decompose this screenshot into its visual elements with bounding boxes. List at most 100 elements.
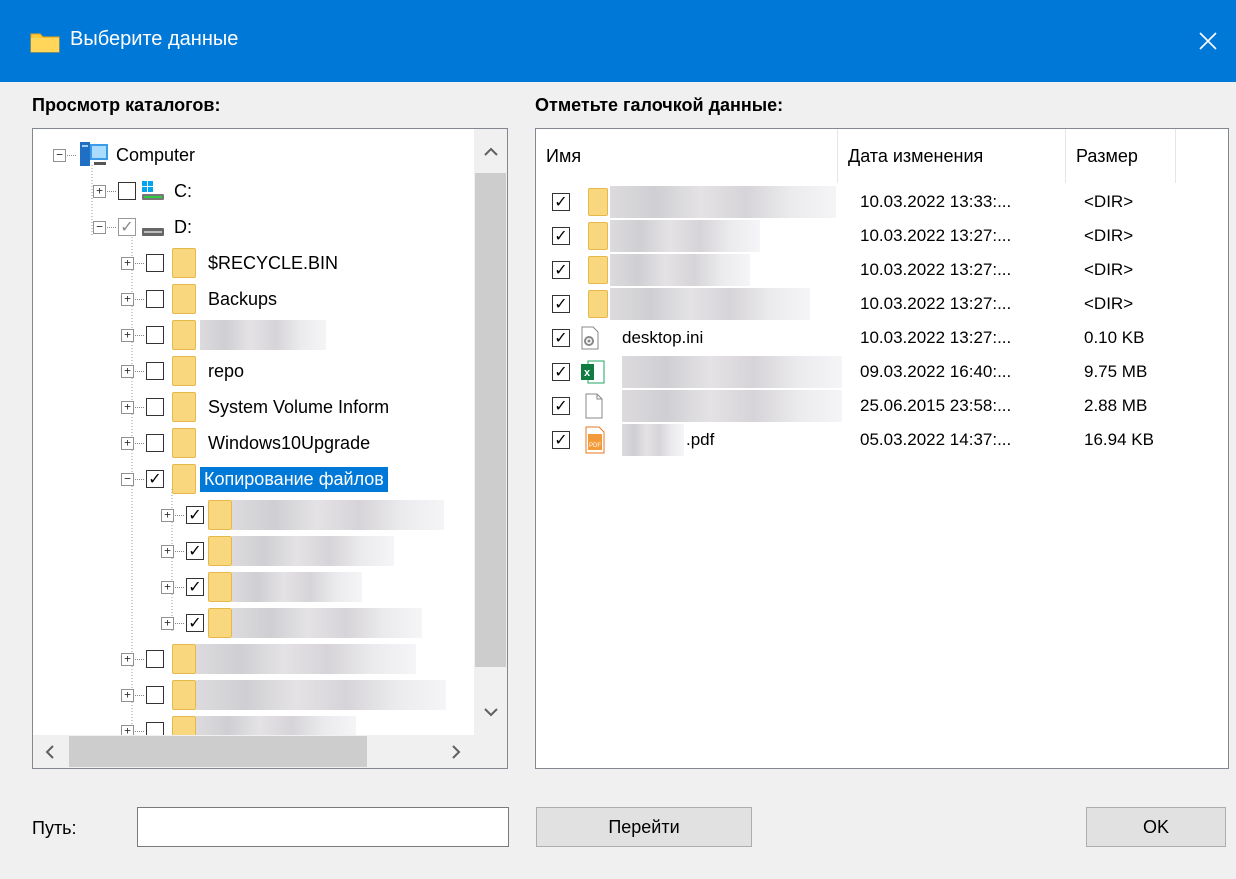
- expand-toggle[interactable]: +: [121, 364, 134, 378]
- tree-node-folder[interactable]: + repo: [121, 353, 248, 389]
- tree-checkbox[interactable]: [146, 290, 164, 308]
- column-label: Дата изменения: [848, 145, 984, 166]
- tree-node-folder[interactable]: + ✓: [161, 605, 422, 641]
- tree-node-computer[interactable]: − Computer: [53, 137, 199, 173]
- list-item[interactable]: ✓ PDF .pdf 05.03.2022 14:37:... 16.94 KB: [536, 423, 1228, 457]
- chevron-down-icon: [483, 708, 498, 717]
- tree-panel-label: Просмотр каталогов:: [32, 95, 221, 115]
- collapse-toggle[interactable]: −: [121, 472, 134, 486]
- tree-checkbox[interactable]: [146, 254, 164, 272]
- folder-icon: [172, 464, 196, 494]
- row-name: desktop.ini: [622, 328, 704, 347]
- collapse-toggle[interactable]: −: [53, 148, 66, 162]
- tree-node-drive-c[interactable]: + C:: [93, 173, 196, 209]
- redacted-name: [622, 389, 842, 423]
- list-item[interactable]: ✓ 10.03.2022 13:27:... <DIR>: [536, 287, 1228, 321]
- scroll-left-button[interactable]: [35, 735, 65, 768]
- tree-node-label: repo: [208, 360, 245, 381]
- list-item[interactable]: ✓ 10.03.2022 13:27:... <DIR>: [536, 253, 1228, 287]
- column-header-date[interactable]: Дата изменения: [838, 129, 1066, 183]
- expand-toggle[interactable]: +: [121, 400, 134, 414]
- chevron-right-icon: [452, 744, 461, 759]
- row-checkbox[interactable]: ✓: [552, 193, 570, 211]
- expand-toggle[interactable]: +: [121, 328, 134, 342]
- drive-icon: [140, 216, 166, 238]
- tree-horizontal-scrollbar[interactable]: [33, 735, 507, 768]
- expand-toggle[interactable]: +: [161, 544, 174, 558]
- ok-button[interactable]: OK: [1086, 807, 1226, 847]
- close-button[interactable]: [1180, 0, 1236, 82]
- tree-checkbox[interactable]: [146, 326, 164, 344]
- folder-icon: [172, 320, 196, 350]
- list-item[interactable]: ✓ 10.03.2022 13:27:... <DIR>: [536, 219, 1228, 253]
- tree-node-folder[interactable]: + ✓: [161, 497, 444, 533]
- tree-checkbox[interactable]: [146, 686, 164, 704]
- scroll-thumb[interactable]: [475, 173, 506, 667]
- row-checkbox[interactable]: ✓: [552, 431, 570, 449]
- expand-toggle[interactable]: +: [161, 580, 174, 594]
- go-button[interactable]: Перейти: [536, 807, 752, 847]
- tree-checkbox[interactable]: ✓: [186, 614, 204, 632]
- tree-checkbox[interactable]: [118, 182, 136, 200]
- scroll-right-button[interactable]: [441, 735, 471, 768]
- collapse-toggle[interactable]: −: [93, 220, 106, 234]
- tree-node-folder[interactable]: + $RECYCLE.BIN: [121, 245, 342, 281]
- folder-icon: [208, 572, 232, 602]
- tree-checkbox[interactable]: ✓: [118, 218, 136, 236]
- tree-node-folder-selected[interactable]: − ✓ Копирование файлов: [121, 461, 388, 497]
- tree-checkbox[interactable]: ✓: [186, 506, 204, 524]
- scroll-thumb[interactable]: [69, 736, 367, 767]
- tree-checkbox[interactable]: ✓: [186, 578, 204, 596]
- row-checkbox[interactable]: ✓: [552, 397, 570, 415]
- tree-checkbox[interactable]: ✓: [146, 470, 164, 488]
- row-checkbox[interactable]: ✓: [552, 329, 570, 347]
- folder-icon: [172, 680, 196, 710]
- row-checkbox[interactable]: ✓: [552, 295, 570, 313]
- tree-node-folder[interactable]: + ✓: [161, 533, 394, 569]
- column-header-name[interactable]: Имя: [536, 129, 838, 183]
- tree-node-folder[interactable]: + System Volume Inform: [121, 389, 393, 425]
- tree-vertical-scrollbar[interactable]: [474, 129, 507, 735]
- tree-checkbox[interactable]: [146, 434, 164, 452]
- scroll-up-button[interactable]: [474, 137, 507, 167]
- tree-node-label: Копирование файлов: [200, 466, 388, 492]
- row-checkbox[interactable]: ✓: [552, 363, 570, 381]
- expand-toggle[interactable]: +: [121, 652, 134, 666]
- tree-node-folder[interactable]: +: [121, 317, 326, 353]
- path-input[interactable]: [137, 807, 509, 847]
- redacted-name: [196, 644, 416, 674]
- list-item[interactable]: ✓ 25.06.2015 23:58:... 2.88 MB: [536, 389, 1228, 423]
- row-checkbox[interactable]: ✓: [552, 261, 570, 279]
- expand-toggle[interactable]: +: [93, 184, 106, 198]
- tree-node-label: Windows10Upgrade: [208, 432, 371, 453]
- scroll-down-button[interactable]: [474, 697, 507, 727]
- file-list[interactable]: Имя Дата изменения Размер ✓ 10.03.2022 1…: [535, 128, 1229, 769]
- expand-toggle[interactable]: +: [121, 256, 134, 270]
- directory-tree[interactable]: − Computer + C: − ✓ D: + $RECYCLE.BIN + …: [32, 128, 508, 769]
- tree-node-folder[interactable]: + Windows10Upgrade: [121, 425, 374, 461]
- tree-checkbox[interactable]: [146, 650, 164, 668]
- folder-icon: [208, 500, 232, 530]
- tree-node-folder[interactable]: +: [121, 677, 446, 713]
- list-item[interactable]: ✓ x 09.03.2022 16:40:... 9.75 MB: [536, 355, 1228, 389]
- tree-node-folder[interactable]: +: [121, 641, 416, 677]
- tree-node-drive-d[interactable]: − ✓ D:: [93, 209, 196, 245]
- expand-toggle[interactable]: +: [121, 292, 134, 306]
- list-item[interactable]: ✓ 10.03.2022 13:33:... <DIR>: [536, 185, 1228, 219]
- tree-checkbox[interactable]: [146, 362, 164, 380]
- windows-drive-icon: [140, 180, 166, 202]
- tree-node-folder[interactable]: + Backups: [121, 281, 281, 317]
- row-checkbox[interactable]: ✓: [552, 227, 570, 245]
- list-item[interactable]: ✓ desktop.ini 10.03.2022 13:27:... 0.10 …: [536, 321, 1228, 355]
- tree-checkbox[interactable]: [146, 398, 164, 416]
- redacted-name: [622, 355, 842, 389]
- expand-toggle[interactable]: +: [121, 688, 134, 702]
- row-date: 10.03.2022 13:27:...: [860, 226, 1012, 245]
- expand-toggle[interactable]: +: [121, 436, 134, 450]
- expand-toggle[interactable]: +: [161, 616, 174, 630]
- column-header-size[interactable]: Размер: [1066, 129, 1176, 183]
- expand-toggle[interactable]: +: [161, 508, 174, 522]
- tree-node-folder[interactable]: + ✓: [161, 569, 362, 605]
- svg-text:PDF: PDF: [589, 443, 601, 449]
- tree-checkbox[interactable]: ✓: [186, 542, 204, 560]
